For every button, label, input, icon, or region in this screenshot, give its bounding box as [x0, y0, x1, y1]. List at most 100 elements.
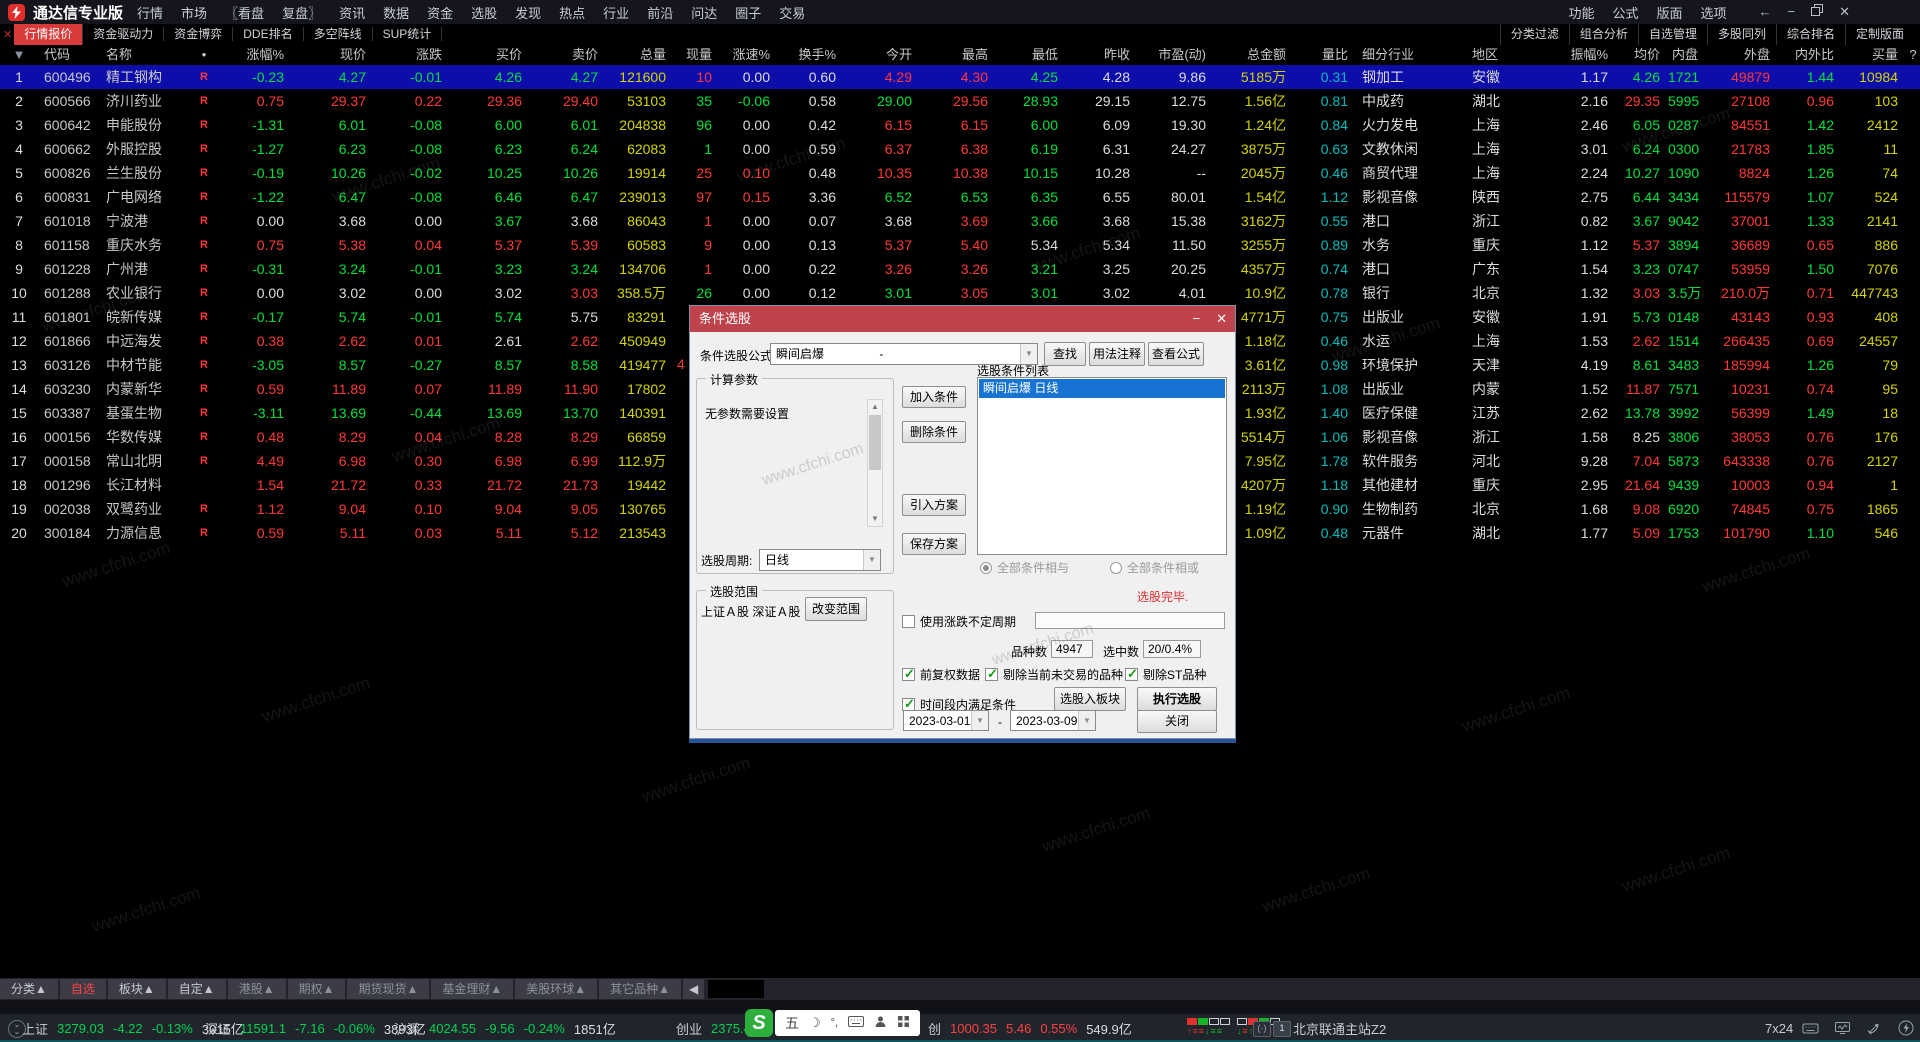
execute-select-button[interactable]: 执行选股 [1137, 687, 1217, 711]
ime-mode-label[interactable]: 五 [785, 1013, 799, 1033]
column-header-今开[interactable]: 今开 [844, 45, 920, 65]
index-创业[interactable]: 创业 2375.4 [676, 1014, 751, 1042]
bottom-tab-自定▲[interactable]: 自定▲ [167, 979, 226, 999]
close-dialog-button[interactable]: 关闭 [1137, 710, 1217, 733]
radio-all-or[interactable]: 全部条件相或 [1110, 559, 1199, 576]
menu-item-资讯[interactable]: 资讯 [339, 3, 365, 22]
menu-item-公式[interactable]: 公式 [1612, 3, 1638, 22]
column-header-卖价[interactable]: 卖价 [530, 45, 606, 65]
save-plan-button[interactable]: 保存方案 [902, 533, 966, 555]
toolbar-tab-DDE排名[interactable]: DDE排名 [233, 27, 304, 41]
column-header-量比[interactable]: 量比 [1294, 45, 1356, 65]
table-row[interactable]: 2 600566 济川药业 R 0.75 29.37 0.22 29.36 29.40 53103… [0, 89, 1920, 113]
menu-item-行业[interactable]: 行业 [603, 3, 629, 22]
condition-list-item[interactable]: 瞬间启爆 日线 [979, 379, 1225, 398]
column-header-•[interactable]: • [190, 45, 218, 65]
table-row[interactable]: 3 600642 申能股份 R -1.31 6.01 -0.08 6.00 6.01 204838… [0, 113, 1920, 137]
toolbar-tab-组合分析[interactable]: 组合分析 [1568, 24, 1638, 45]
bottom-tab-板块▲[interactable]: 板块▲ [107, 979, 166, 999]
change-range-button[interactable]: 改变范围 [805, 597, 867, 621]
bottom-tab-◀[interactable]: ◀ [683, 979, 705, 999]
column-header-买量[interactable]: 买量 [1842, 45, 1906, 65]
chevron-down-icon[interactable]: ▼ [1020, 344, 1037, 364]
account-badge[interactable]: 1 [1273, 1021, 1291, 1037]
column-header-内盘[interactable]: 内盘 [1668, 45, 1706, 65]
keyboard-icon[interactable] [1802, 1020, 1819, 1041]
satellite-icon[interactable] [1866, 1020, 1883, 1041]
lightning-icon[interactable] [1898, 1020, 1914, 1041]
column-header-细分行业[interactable]: 细分行业 [1356, 45, 1466, 65]
dialog-close-icon[interactable]: ✕ [1216, 306, 1227, 332]
usage-note-button[interactable]: 用法注释 [1089, 342, 1145, 366]
column-header-?[interactable]: ? [1906, 45, 1920, 65]
bottom-tab-分类▲[interactable]: 分类▲ [0, 979, 58, 999]
toolbar-tab-资金驱动力[interactable]: 资金驱动力 [83, 27, 165, 41]
index-chinext[interactable]: 创 1000.35 5.46 0.55% 549.9亿 [928, 1014, 1132, 1042]
column-header-代码[interactable]: 代码 [38, 45, 100, 65]
view-formula-button[interactable]: 查看公式 [1148, 342, 1204, 366]
index-沪深[interactable]: 沪深 4024.55 -9.56 -0.24% 1851亿 [394, 1014, 616, 1042]
chevron-down-icon[interactable]: ▼ [971, 711, 988, 730]
bottom-tab-其它品种▲[interactable]: 其它品种▲ [599, 979, 682, 999]
menu-item-问达[interactable]: 问达 [691, 3, 717, 22]
back-icon[interactable]: ← [1759, 0, 1772, 24]
connection-icon[interactable]: (·) [1253, 1021, 1271, 1037]
period-combobox[interactable]: 日线 ▼ [759, 549, 881, 571]
scroll-down-icon[interactable]: ▼ [868, 512, 882, 526]
table-row[interactable]: 9 601228 广州港 R -0.31 3.24 -0.01 3.23 3.24 134706 1… [0, 257, 1920, 281]
menu-item-〖看盘[interactable]: 〖看盘 [225, 3, 264, 22]
column-header-最高[interactable]: 最高 [920, 45, 996, 65]
bottom-tab-基金理财▲[interactable]: 基金理财▲ [431, 979, 514, 999]
tab-quote-report[interactable]: 行情报价 [14, 24, 84, 45]
ime-keyboard-icon[interactable] [848, 1015, 865, 1031]
add-condition-button[interactable]: 加入条件 [902, 386, 966, 408]
toolbar-tab-多股同列[interactable]: 多股同列 [1706, 24, 1776, 45]
toolbar-tab-定制版面[interactable]: 定制版面 [1844, 24, 1914, 45]
column-header-振幅%[interactable]: 振幅% [1548, 45, 1616, 65]
toolbar-tab-资金博弈[interactable]: 资金博弈 [164, 27, 234, 41]
toolbar-tab-多空阵线[interactable]: 多空阵线 [303, 27, 373, 41]
sogou-logo-icon[interactable]: S [745, 1009, 773, 1037]
column-header-内外比[interactable]: 内外比 [1778, 45, 1842, 65]
column-header-外盘[interactable]: 外盘 [1706, 45, 1778, 65]
column-header-涨速%[interactable]: 涨速% [720, 45, 778, 65]
delete-condition-button[interactable]: 删除条件 [902, 421, 966, 443]
column-header-涨幅%[interactable]: 涨幅% [218, 45, 292, 65]
server-site[interactable]: 北京联通主站Z2 [1293, 1014, 1386, 1042]
chevron-down-icon[interactable]: ▼ [863, 550, 880, 570]
date-from-combobox[interactable]: 2023-03-01 ▼ [903, 710, 989, 731]
moon-icon[interactable]: ☽ [809, 1015, 821, 1031]
checkbox-remove-suspended[interactable]: 剔除当前未交易的品种 [985, 666, 1123, 683]
column-header-现量[interactable]: 现量 [674, 45, 720, 65]
menu-item-复盘〗[interactable]: 复盘〗 [282, 3, 321, 22]
checkbox-forward-adjusted[interactable]: 前复权数据 [902, 666, 980, 683]
restore-icon[interactable] [1811, 0, 1824, 24]
table-row[interactable]: 6 600831 广电网络 R -1.22 6.47 -0.08 6.46 6.47 239013… [0, 185, 1920, 209]
scrollbar-thumb[interactable] [869, 415, 881, 470]
column-header-总量[interactable]: 总量 [606, 45, 674, 65]
params-scrollbar[interactable]: ▲ ▼ [867, 399, 883, 527]
bottom-tab-美股环球▲[interactable]: 美股环球▲ [515, 979, 598, 999]
import-plan-button[interactable]: 引入方案 [902, 494, 966, 516]
column-header-总金额[interactable]: 总金额 [1214, 45, 1294, 65]
column-header-昨收[interactable]: 昨收 [1066, 45, 1138, 65]
menu-item-交易[interactable]: 交易 [779, 3, 805, 22]
chevron-down-icon[interactable]: ▼ [1078, 711, 1095, 730]
index-深证[interactable]: 深证 11591.1 -7.16 -0.06% 3893亿 [205, 1014, 426, 1042]
monitor-chart-icon[interactable] [1834, 1020, 1851, 1041]
toolbar-tab-分类过滤[interactable]: 分类过滤 [1499, 24, 1569, 45]
table-row[interactable]: 4 600662 外服控股 R -1.27 6.23 -0.08 6.23 6.24 62083 1… [0, 137, 1920, 161]
grid-icon[interactable] [897, 1015, 910, 1031]
close-icon[interactable]: ✕ [1839, 0, 1850, 24]
dialog-titlebar[interactable]: 条件选股 − ✕ [690, 306, 1235, 332]
table-row[interactable]: 7 601018 宁波港 R 0.00 3.68 0.00 3.67 3.68 86043 1 0.0… [0, 209, 1920, 233]
menu-item-数据[interactable]: 数据 [383, 3, 409, 22]
checkbox-updown-period[interactable]: 使用涨跌不定周期 [902, 613, 1016, 630]
table-header[interactable]: ▼ 代码 名称 • 涨幅% 现价 涨跌 买价 卖价 总量 现量 涨速% 换手% 今开 最高 最低 昨收 市盈(动)… [0, 45, 1920, 65]
select-to-block-button[interactable]: 选股入板块 [1054, 687, 1126, 711]
bottom-tab-港股▲[interactable]: 港股▲ [227, 979, 286, 999]
column-header-涨跌[interactable]: 涨跌 [374, 45, 450, 65]
menu-item-功能[interactable]: 功能 [1568, 3, 1594, 22]
find-button[interactable]: 查找 [1044, 342, 1086, 366]
checkbox-remove-st[interactable]: 剔除ST品种 [1125, 666, 1206, 683]
